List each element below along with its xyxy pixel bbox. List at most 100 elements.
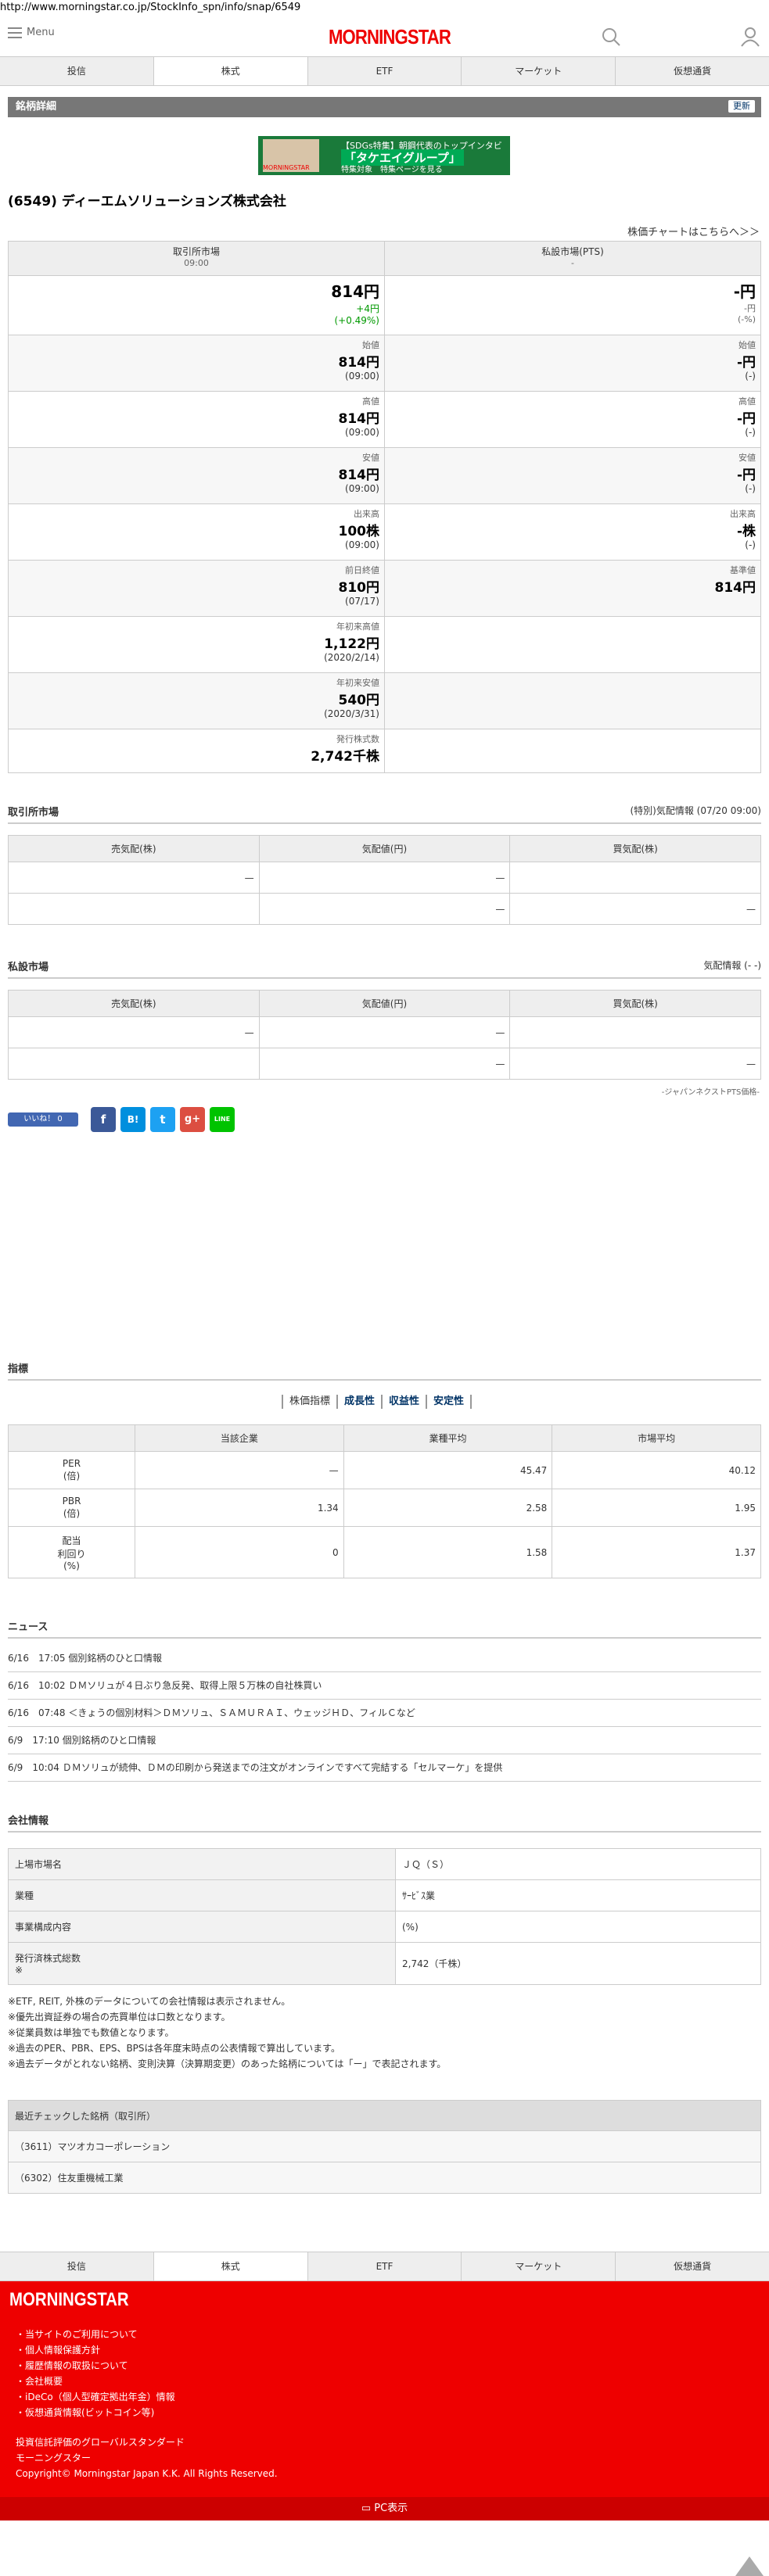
exchange-info: (特別)気配情報 (07/20 09:00) [630, 805, 761, 816]
recent-item[interactable]: （6302）住友重機械工業 [8, 2162, 761, 2194]
indicator-tabs: 株価指標 成長性 収益性 安定性 [282, 1395, 473, 1409]
pc-view-button[interactable]: ▭ PC表示 [0, 2497, 769, 2520]
exchange-section-header: 取引所市場 (特別)気配情報 (07/20 09:00) [8, 804, 761, 824]
volume-cell: 出来高 100株 (09:00) [8, 503, 385, 561]
news-item[interactable]: 6/16 17:05 個別銘柄のひと口情報 [8, 1645, 761, 1672]
fb-like-button[interactable]: いいね！ 0 [8, 1112, 78, 1127]
indicators-table: 当該企業 業種平均 市場平均 PER (倍) —45.47 40.12 PBR (倍) 1.3… [8, 1424, 761, 1578]
exchange-header: 取引所市場 09:00 [8, 241, 385, 276]
tab-growth[interactable]: 成長性 [336, 1395, 381, 1409]
company-table: 上場市場名 ＪＱ（Ｓ） 業種 ｻｰﾋﾞｽ業 事業構成内容 (%) 発行済株式総数 ※ 2,… [8, 1848, 761, 1985]
pts-price-cell: -円 -円 (-%) [384, 275, 761, 335]
social-share: いいね！ 0 f B! t g+ LINE [8, 1107, 235, 1132]
hamburger-icon [8, 27, 22, 38]
nav-tab-crypto[interactable]: 仮想通貨 [616, 57, 769, 85]
bottom-nav: 投信 株式 ETF マーケット 仮想通貨 [0, 2252, 769, 2281]
prev-close-cell: 前日終値 810円 (07/17) [8, 560, 385, 617]
ad-brand: MORNINGSTAR [263, 164, 310, 171]
pts-info: 気配情報 (- -) [703, 960, 761, 971]
nav-tab-funds[interactable]: 投信 [0, 2252, 154, 2280]
hatena-icon[interactable]: B! [120, 1107, 146, 1132]
footer-link[interactable]: ・当サイトのご利用について [16, 2327, 175, 2342]
ad-banner[interactable]: MORNINGSTAR 【SDGs特集】朝鋼代表のトップインタビュー 「タケエイ… [258, 136, 510, 175]
recent-stocks: 最近チェックした銘柄（取引所） （3611）マツオカコーポレーション （6302… [8, 2100, 761, 2194]
pts-volume-cell: 出来高 -株 (-) [384, 503, 761, 561]
high-cell: 高値 814円 (09:00) [8, 391, 385, 448]
refresh-button[interactable]: 更新 [728, 100, 755, 113]
footer-link[interactable]: ・会社概要 [16, 2374, 175, 2389]
low-cell: 安値 814円 (09:00) [8, 447, 385, 504]
nav-tab-stocks[interactable]: 株式 [153, 2252, 308, 2280]
user-icon[interactable] [740, 27, 760, 47]
pts-high-cell: 高値 -円 (-) [384, 391, 761, 448]
quote-table: 取引所市場 09:00 私設市場(PTS) - 814円 +4円 (+0.49%) … [8, 241, 761, 773]
ytd-high-cell: 年初来高値 1,122円 (2020/2/14) [8, 616, 385, 673]
twitter-icon[interactable]: t [150, 1107, 175, 1132]
google-plus-icon[interactable]: g+ [180, 1107, 205, 1132]
pts-base-cell: 基準値 814円 [384, 560, 761, 617]
morningstar-logo[interactable]: MORNINGSTAR [329, 25, 451, 49]
recent-header: 最近チェックした銘柄（取引所） [8, 2100, 761, 2131]
recent-item[interactable]: （3611）マツオカコーポレーション [8, 2131, 761, 2162]
footer-link[interactable]: ・仮想通貨情報(ビットコイン等) [16, 2405, 175, 2420]
ad-line3: 特集対象 特集ページを見る [341, 166, 443, 174]
site-header: Menu MORNINGSTAR [0, 19, 769, 56]
exchange-orderbook: 売気配(株) 気配値(円) 買気配(株) — — — — [8, 835, 761, 925]
facebook-icon[interactable]: f [91, 1107, 116, 1132]
footer-link[interactable]: ・履歴情報の取扱について [16, 2358, 175, 2374]
tab-profitability[interactable]: 収益性 [381, 1395, 426, 1409]
page-title: 銘柄詳細 [16, 101, 57, 113]
footer-links: ・当サイトのご利用について ・個人情報保護方針 ・履歴情報の取扱について ・会社… [16, 2327, 175, 2420]
nav-tab-crypto[interactable]: 仮想通貨 [616, 2252, 769, 2280]
price-change: +4円 [356, 303, 379, 314]
stock-name: (6549) ディーエムソリューションズ株式会社 [8, 194, 286, 210]
nav-tab-stocks[interactable]: 株式 [153, 57, 308, 85]
pbr-row: PBR (倍) 1.34 2.58 1.95 [8, 1489, 761, 1527]
current-price: 814円 [331, 282, 379, 301]
footer-corp: 投資信託評価のグローバルスタンダード モーニングスター Copyright© M… [16, 2437, 278, 2479]
top-nav: 投信 株式 ETF マーケット 仮想通貨 [0, 56, 769, 86]
nav-tab-etf[interactable]: ETF [308, 57, 462, 85]
nav-tab-funds[interactable]: 投信 [0, 57, 154, 85]
nav-tab-etf[interactable]: ETF [308, 2252, 462, 2280]
tab-stability[interactable]: 安定性 [426, 1395, 473, 1409]
ytd-low-cell: 年初来安値 540円 (2020/3/31) [8, 672, 385, 729]
news-header: ニュース [8, 1618, 761, 1639]
per-row: PER (倍) —45.47 40.12 [8, 1451, 761, 1489]
indicators-header: 指標 [8, 1360, 761, 1381]
news-item[interactable]: 6/9 17:10 個別銘柄のひと口情報 [8, 1727, 761, 1754]
footer-logo[interactable]: MORNINGSTAR [9, 2289, 129, 2311]
line-icon[interactable]: LINE [210, 1107, 235, 1132]
pts-section-header: 私設市場 気配情報 (- -) [8, 958, 761, 979]
price-change-pct: (+0.49%) [334, 315, 379, 326]
menu-button[interactable]: Menu [8, 27, 55, 38]
pts-header: 私設市場(PTS) - [384, 241, 761, 276]
pts-low-cell: 安値 -円 (-) [384, 447, 761, 504]
pts-orderbook: 売気配(株) 気配値(円) 買気配(株) — — — — [8, 990, 761, 1080]
monitor-icon: ▭ [361, 2503, 375, 2514]
scroll-top-icon[interactable] [735, 2556, 764, 2576]
nav-tab-market[interactable]: マーケット [462, 57, 616, 85]
current-price-cell: 814円 +4円 (+0.49%) [8, 275, 385, 335]
page-titlebar: 銘柄詳細 更新 [8, 97, 761, 117]
nav-tab-market[interactable]: マーケット [462, 2252, 616, 2280]
tab-price-indicators[interactable]: 株価指標 [282, 1395, 336, 1409]
news-item[interactable]: 6/16 10:02 ＤＭソリュが４日ぶり急反発、取得上限５万株の自社株買い [8, 1672, 761, 1700]
search-icon[interactable] [601, 27, 621, 47]
footer-link[interactable]: ・個人情報保護方針 [16, 2342, 175, 2358]
dividend-row: 配当 利回り (%) 0 1.58 1.37 [8, 1526, 761, 1578]
url-text: http://www.morningstar.co.jp/StockInfo_s… [0, 2, 301, 13]
shares-cell: 発行株式数 2,742千株 [8, 729, 385, 773]
pts-note: -ジャパンネクストPTS価格- [661, 1088, 760, 1097]
footnotes: ※ETF, REIT, 外株のデータについての会社情報は表示されません。 ※優先… [8, 1996, 447, 2069]
news-list: 6/16 17:05 個別銘柄のひと口情報 6/16 10:02 ＤＭソリュが４… [8, 1645, 761, 1782]
menu-label: Menu [27, 27, 55, 38]
footer: MORNINGSTAR ・当サイトのご利用について ・個人情報保護方針 ・履歴情… [0, 2281, 769, 2497]
company-header: 会社情報 [8, 1812, 761, 1833]
news-item[interactable]: 6/9 10:04 ＤＭソリュが続伸、ＤＭの印刷から発送までの注文がオンラインで… [8, 1754, 761, 1782]
news-item[interactable]: 6/16 07:48 ＜きょうの個別材料＞ＤＭソリュ、ＳＡＭＵＲＡＩ、ウェッジＨ… [8, 1700, 761, 1727]
pts-open-cell: 始値 -円 (-) [384, 335, 761, 392]
open-cell: 始値 814円 (09:00) [8, 335, 385, 392]
chart-link[interactable]: 株価チャートはこちらへ＞＞ [627, 224, 760, 238]
footer-link[interactable]: ・iDeCo（個人型確定拠出年金）情報 [16, 2389, 175, 2405]
